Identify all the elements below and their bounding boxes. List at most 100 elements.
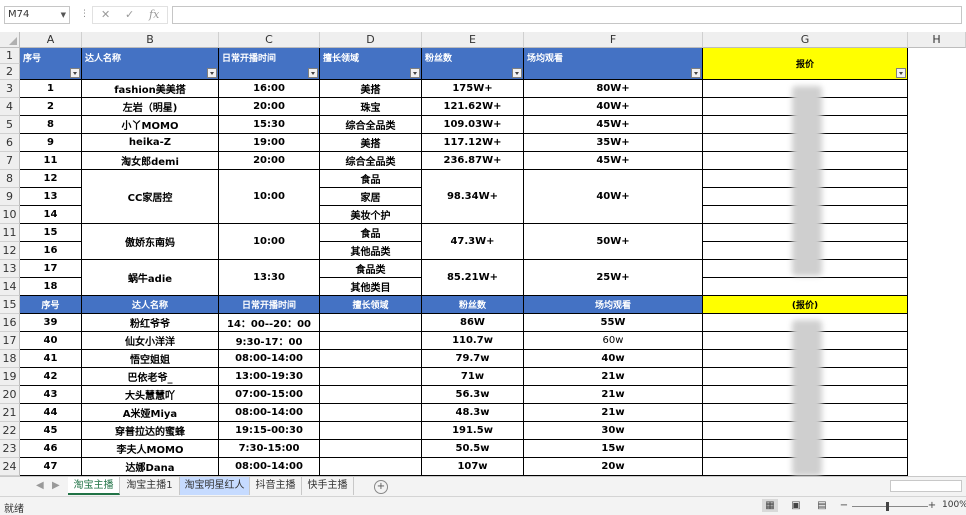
header-no[interactable]: 序号 [20,296,82,314]
cell-field[interactable]: 食品 [320,224,422,242]
cell-fans[interactable]: 236.87W+ [422,152,524,170]
cell-name[interactable]: heika-Z [82,134,219,152]
row-header[interactable]: 22 [0,422,20,440]
cell-fans[interactable]: 48.3w [422,404,524,422]
zoom-slider-thumb[interactable] [886,502,889,511]
cell-time[interactable]: 16:00 [219,80,320,98]
cell-fans[interactable]: 79.7w [422,350,524,368]
cell-name[interactable]: 小丫MOMO [82,116,219,134]
cell-no[interactable]: 47 [20,458,82,476]
cell-no[interactable]: 42 [20,368,82,386]
horizontal-scrollbar[interactable] [890,480,962,492]
cell-field[interactable] [320,368,422,386]
cell-avg[interactable]: 30w [524,422,703,440]
cell-name[interactable]: 巴依老爷_ [82,368,219,386]
header-fans[interactable]: 粉丝数 [422,296,524,314]
header-avg[interactable]: 场均观看 [524,296,703,314]
cell-no[interactable]: 41 [20,350,82,368]
formula-input[interactable] [172,6,962,24]
page-break-icon[interactable]: ▤ [814,499,830,512]
cell-no[interactable]: 2 [20,98,82,116]
cell-time[interactable]: 20:00 [219,152,320,170]
cell-avg[interactable]: 45W+ [524,152,703,170]
cell-no[interactable]: 18 [20,278,82,296]
sheet-tab[interactable]: 淘宝主播 [68,477,120,495]
cell-fans[interactable]: 98.34W+ [422,170,524,224]
cell-name[interactable]: CC家居控 [82,170,219,224]
cell-no[interactable]: 17 [20,260,82,278]
cell-fans[interactable]: 107w [422,458,524,476]
cancel-icon[interactable]: ✕ [101,8,110,21]
column-header-d[interactable]: D [320,32,422,48]
row-header[interactable]: 23 [0,440,20,458]
cell-no[interactable]: 43 [20,386,82,404]
cell-avg[interactable]: 25W+ [524,260,703,296]
cell-avg[interactable]: 21w [524,368,703,386]
cell-avg[interactable]: 35W+ [524,134,703,152]
cell-avg[interactable]: 40W+ [524,170,703,224]
cell-fans[interactable]: 50.5w [422,440,524,458]
header-name[interactable]: 达人名称 [82,48,219,80]
cell-avg[interactable]: 15w [524,440,703,458]
page-layout-icon[interactable]: ▣ [788,499,804,512]
cell-time[interactable]: 13:30 [219,260,320,296]
row-header[interactable]: 1 [0,48,20,64]
cell-field[interactable]: 美搭 [320,80,422,98]
cell-no[interactable]: 1 [20,80,82,98]
zoom-in-icon[interactable]: + [924,499,940,512]
cell-name[interactable]: fashion美美搭 [82,80,219,98]
header-avg[interactable]: 场均观看 [524,48,703,80]
cell-field[interactable] [320,314,422,332]
cell-name[interactable]: 左岩（明星) [82,98,219,116]
cell-avg[interactable]: 20w [524,458,703,476]
cell-name[interactable]: 李夫人MOMO [82,440,219,458]
row-header[interactable]: 19 [0,368,20,386]
cell-fans[interactable]: 47.3W+ [422,224,524,260]
column-header-h[interactable]: H [908,32,966,48]
cell-fans[interactable]: 117.12W+ [422,134,524,152]
cell-avg[interactable]: 55W [524,314,703,332]
filter-dropdown-icon[interactable] [207,68,217,78]
cell-fans[interactable]: 110.7w [422,332,524,350]
cell-field[interactable]: 综合全品类 [320,116,422,134]
cell-avg[interactable]: 21w [524,386,703,404]
row-header[interactable]: 24 [0,458,20,476]
cell-name[interactable]: 大头慧慧吖 [82,386,219,404]
cell-field[interactable]: 食品类 [320,260,422,278]
row-header[interactable]: 6 [0,134,20,152]
cell-fans[interactable]: 109.03W+ [422,116,524,134]
cell-name[interactable]: 粉红爷爷 [82,314,219,332]
filter-dropdown-icon[interactable] [691,68,701,78]
cell-time[interactable]: 10:00 [219,170,320,224]
cell-time[interactable]: 7:30-15:00 [219,440,320,458]
sheet-next-icon[interactable]: ▶ [52,480,60,491]
cell-avg[interactable]: 45W+ [524,116,703,134]
cell-name[interactable]: A米娅Miya [82,404,219,422]
cell-time[interactable]: 07:00-15:00 [219,386,320,404]
column-header-c[interactable]: C [219,32,320,48]
cell-no[interactable]: 16 [20,242,82,260]
cell-field[interactable] [320,404,422,422]
row-header[interactable]: 13 [0,260,20,278]
cell-no[interactable]: 11 [20,152,82,170]
header-price[interactable]: (报价) [703,296,908,314]
row-header[interactable]: 4 [0,98,20,116]
row-header[interactable]: 14 [0,278,20,296]
name-box[interactable]: M74 ▼ [4,6,70,24]
row-header[interactable]: 5 [0,116,20,134]
filter-dropdown-icon[interactable] [308,68,318,78]
row-header[interactable]: 20 [0,386,20,404]
cell-avg[interactable]: 50W+ [524,224,703,260]
cell-price[interactable] [703,278,908,296]
cell-name[interactable]: 悟空姐姐 [82,350,219,368]
row-header[interactable]: 17 [0,332,20,350]
cell-field[interactable]: 综合全品类 [320,152,422,170]
cell-field[interactable]: 珠宝 [320,98,422,116]
header-field[interactable]: 擅长领域 [320,296,422,314]
cell-time[interactable]: 10:00 [219,224,320,260]
row-header[interactable]: 7 [0,152,20,170]
row-header[interactable]: 10 [0,206,20,224]
cell-fans[interactable]: 121.62W+ [422,98,524,116]
cell-name[interactable]: 仙女小洋洋 [82,332,219,350]
cell-fans[interactable]: 85.21W+ [422,260,524,296]
